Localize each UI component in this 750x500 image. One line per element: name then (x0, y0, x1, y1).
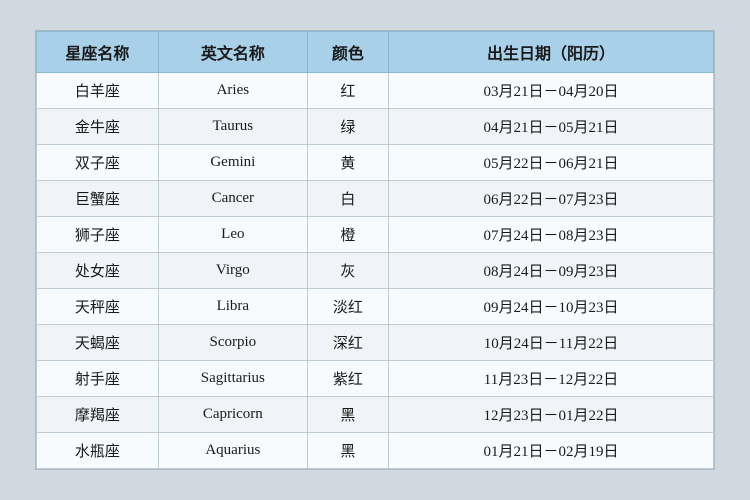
cell-zh: 巨蟹座 (37, 181, 159, 217)
table-row: 天秤座Libra淡红09月24日－10月23日 (37, 289, 714, 325)
cell-en: Gemini (158, 145, 307, 181)
cell-zh: 摩羯座 (37, 397, 159, 433)
table-row: 水瓶座Aquarius黑01月21日－02月19日 (37, 433, 714, 469)
cell-color: 绿 (307, 109, 388, 145)
cell-color: 黑 (307, 397, 388, 433)
cell-zh: 水瓶座 (37, 433, 159, 469)
cell-zh: 金牛座 (37, 109, 159, 145)
cell-color: 橙 (307, 217, 388, 253)
cell-en: Scorpio (158, 325, 307, 361)
zodiac-table-container: 星座名称 英文名称 颜色 出生日期（阳历） 白羊座Aries红03月21日－04… (35, 30, 715, 470)
cell-en: Capricorn (158, 397, 307, 433)
cell-date: 01月21日－02月19日 (389, 433, 714, 469)
table-row: 摩羯座Capricorn黑12月23日－01月22日 (37, 397, 714, 433)
cell-zh: 射手座 (37, 361, 159, 397)
cell-date: 12月23日－01月22日 (389, 397, 714, 433)
cell-zh: 白羊座 (37, 73, 159, 109)
cell-zh: 天蝎座 (37, 325, 159, 361)
cell-date: 08月24日－09月23日 (389, 253, 714, 289)
cell-en: Leo (158, 217, 307, 253)
table-row: 处女座Virgo灰08月24日－09月23日 (37, 253, 714, 289)
cell-date: 05月22日－06月21日 (389, 145, 714, 181)
cell-color: 黄 (307, 145, 388, 181)
cell-date: 03月21日－04月20日 (389, 73, 714, 109)
cell-en: Aquarius (158, 433, 307, 469)
table-row: 白羊座Aries红03月21日－04月20日 (37, 73, 714, 109)
cell-date: 07月24日－08月23日 (389, 217, 714, 253)
cell-date: 09月24日－10月23日 (389, 289, 714, 325)
table-row: 射手座Sagittarius紫红11月23日－12月22日 (37, 361, 714, 397)
cell-date: 04月21日－05月21日 (389, 109, 714, 145)
cell-en: Cancer (158, 181, 307, 217)
table-row: 双子座Gemini黄05月22日－06月21日 (37, 145, 714, 181)
table-header-row: 星座名称 英文名称 颜色 出生日期（阳历） (37, 32, 714, 73)
cell-color: 黑 (307, 433, 388, 469)
cell-en: Aries (158, 73, 307, 109)
header-en: 英文名称 (158, 32, 307, 73)
cell-en: Libra (158, 289, 307, 325)
cell-en: Virgo (158, 253, 307, 289)
cell-zh: 天秤座 (37, 289, 159, 325)
table-row: 巨蟹座Cancer白06月22日－07月23日 (37, 181, 714, 217)
cell-date: 11月23日－12月22日 (389, 361, 714, 397)
cell-color: 灰 (307, 253, 388, 289)
header-zh: 星座名称 (37, 32, 159, 73)
cell-date: 06月22日－07月23日 (389, 181, 714, 217)
cell-color: 紫红 (307, 361, 388, 397)
cell-en: Sagittarius (158, 361, 307, 397)
cell-color: 白 (307, 181, 388, 217)
table-row: 金牛座Taurus绿04月21日－05月21日 (37, 109, 714, 145)
header-color: 颜色 (307, 32, 388, 73)
cell-color: 深红 (307, 325, 388, 361)
cell-zh: 双子座 (37, 145, 159, 181)
table-body: 白羊座Aries红03月21日－04月20日金牛座Taurus绿04月21日－0… (37, 73, 714, 469)
cell-en: Taurus (158, 109, 307, 145)
table-row: 狮子座Leo橙07月24日－08月23日 (37, 217, 714, 253)
cell-color: 淡红 (307, 289, 388, 325)
cell-zh: 狮子座 (37, 217, 159, 253)
table-row: 天蝎座Scorpio深红10月24日－11月22日 (37, 325, 714, 361)
zodiac-table: 星座名称 英文名称 颜色 出生日期（阳历） 白羊座Aries红03月21日－04… (36, 31, 714, 469)
cell-zh: 处女座 (37, 253, 159, 289)
header-date: 出生日期（阳历） (389, 32, 714, 73)
cell-color: 红 (307, 73, 388, 109)
cell-date: 10月24日－11月22日 (389, 325, 714, 361)
